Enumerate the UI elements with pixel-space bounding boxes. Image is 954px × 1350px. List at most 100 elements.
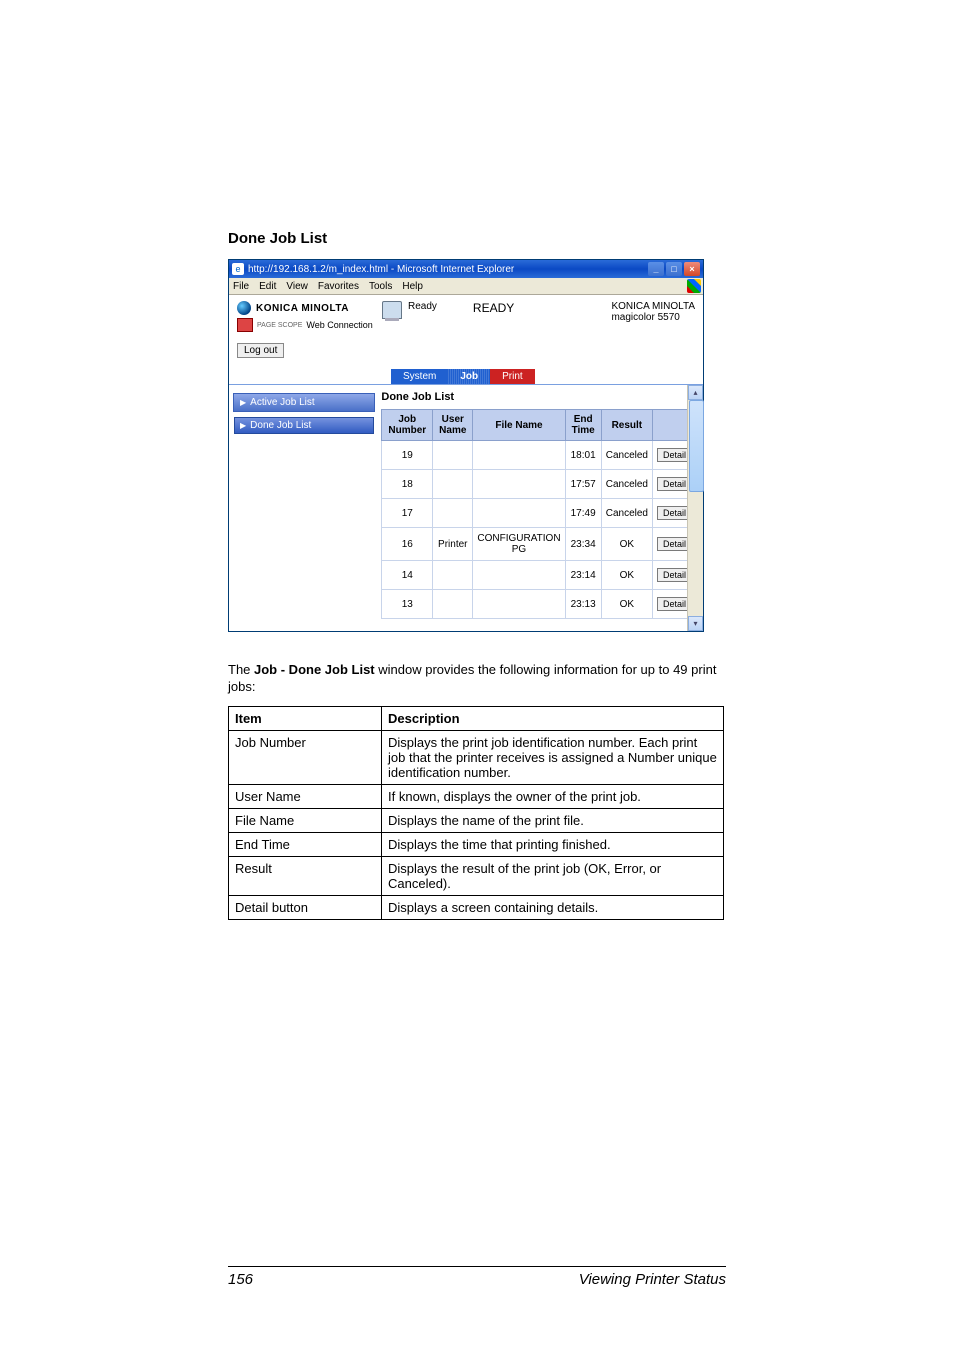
description-paragraph: The Job - Done Job List window provides … <box>228 662 726 696</box>
table-row: User NameIf known, displays the owner of… <box>229 784 724 808</box>
browser-menubar: File Edit View Favorites Tools Help <box>229 278 703 295</box>
window-title: http://192.168.1.2/m_index.html - Micros… <box>248 264 514 275</box>
footer-title: Viewing Printer Status <box>579 1271 726 1288</box>
menu-favorites[interactable]: Favorites <box>318 281 359 292</box>
info-desc-cell: Displays the name of the print file. <box>382 808 724 832</box>
window-titlebar: e http://192.168.1.2/m_index.html - Micr… <box>229 260 703 278</box>
table-cell <box>473 441 565 470</box>
menu-tools[interactable]: Tools <box>369 281 392 292</box>
table-cell: OK <box>601 590 652 619</box>
table-cell: 14 <box>382 561 433 590</box>
table-cell <box>433 499 473 528</box>
table-cell <box>433 470 473 499</box>
maximize-button[interactable]: □ <box>666 262 682 276</box>
table-cell <box>473 561 565 590</box>
table-row: 1717:49CanceledDetail <box>382 499 697 528</box>
table-row: 1323:13OKDetail <box>382 590 697 619</box>
table-cell: Printer <box>433 528 473 561</box>
device-model: magicolor 5570 <box>611 312 695 323</box>
browser-window: e http://192.168.1.2/m_index.html - Micr… <box>228 259 704 632</box>
table-row: 1423:14OKDetail <box>382 561 697 590</box>
info-item-cell: Detail button <box>229 895 382 919</box>
table-cell <box>473 590 565 619</box>
status-large: READY <box>473 301 514 315</box>
col-job-number: Job Number <box>382 410 433 441</box>
table-cell <box>433 561 473 590</box>
table-cell: 13 <box>382 590 433 619</box>
sidebar-item-label: Active Job List <box>250 397 314 408</box>
table-cell: 16 <box>382 528 433 561</box>
table-cell: 17 <box>382 499 433 528</box>
table-cell: 23:34 <box>565 528 601 561</box>
section-heading: Done Job List <box>228 230 726 247</box>
scroll-down-button[interactable]: ▾ <box>688 616 703 631</box>
table-row: Detail buttonDisplays a screen containin… <box>229 895 724 919</box>
tab-job[interactable]: Job <box>448 369 490 384</box>
scroll-up-button[interactable]: ▴ <box>688 385 703 400</box>
col-result: Result <box>601 410 652 441</box>
scroll-thumb[interactable] <box>689 400 704 492</box>
table-cell: 23:13 <box>565 590 601 619</box>
printer-icon <box>382 301 402 319</box>
info-desc-cell: Displays the result of the print job (OK… <box>382 856 724 895</box>
info-desc-cell: Displays a screen containing details. <box>382 895 724 919</box>
table-row: 1817:57CanceledDetail <box>382 470 697 499</box>
table-cell <box>473 499 565 528</box>
pagescope-label: Web Connection <box>306 320 372 330</box>
col-user-name: User Name <box>433 410 473 441</box>
desc-prefix: The <box>228 662 254 677</box>
pagescope-icon <box>237 318 253 332</box>
table-cell: 19 <box>382 441 433 470</box>
done-job-table: Job Number User Name File Name End Time … <box>381 409 697 619</box>
table-cell: Canceled <box>601 470 652 499</box>
info-table: Item Description Job NumberDisplays the … <box>228 706 724 920</box>
sidebar-item-label: Done Job List <box>250 420 311 431</box>
menu-edit[interactable]: Edit <box>259 281 276 292</box>
table-row: 16PrinterCONFIGURATION PG23:34OKDetail <box>382 528 697 561</box>
table-row: File NameDisplays the name of the print … <box>229 808 724 832</box>
table-cell: 23:14 <box>565 561 601 590</box>
ie-flag-icon <box>687 279 701 293</box>
info-desc-cell: Displays the time that printing finished… <box>382 832 724 856</box>
menu-file[interactable]: File <box>233 281 249 292</box>
info-header-item: Item <box>229 706 382 730</box>
menu-help[interactable]: Help <box>402 281 423 292</box>
table-cell: 17:49 <box>565 499 601 528</box>
device-brand: KONICA MINOLTA <box>611 301 695 312</box>
ie-icon: e <box>232 263 244 275</box>
triangle-icon: ▶ <box>240 398 246 407</box>
table-cell: Canceled <box>601 499 652 528</box>
info-desc-cell: Displays the print job identification nu… <box>382 730 724 784</box>
page-footer: 156 Viewing Printer Status <box>228 1266 726 1288</box>
col-file-name: File Name <box>473 410 565 441</box>
table-cell <box>433 590 473 619</box>
table-row: ResultDisplays the result of the print j… <box>229 856 724 895</box>
page-content: KONICA MINOLTA PAGE SCOPE Web Connection… <box>229 295 703 631</box>
triangle-icon: ▶ <box>240 421 246 430</box>
brand-name: KONICA MINOLTA <box>256 303 349 314</box>
table-row: End TimeDisplays the time that printing … <box>229 832 724 856</box>
sidebar-item-done-jobs[interactable]: ▶ Done Job List <box>233 416 375 435</box>
table-cell: Canceled <box>601 441 652 470</box>
pane-title: Done Job List <box>381 391 697 403</box>
sidebar: ▶ Active Job List ▶ Done Job List <box>229 385 379 631</box>
info-item-cell: End Time <box>229 832 382 856</box>
info-desc-cell: If known, displays the owner of the prin… <box>382 784 724 808</box>
tab-print[interactable]: Print <box>490 369 535 384</box>
page-number: 156 <box>228 1271 253 1288</box>
close-button[interactable]: × <box>684 262 700 276</box>
table-cell: 18:01 <box>565 441 601 470</box>
logout-button[interactable]: Log out <box>237 343 284 358</box>
table-row: 1918:01CanceledDetail <box>382 441 697 470</box>
menu-view[interactable]: View <box>286 281 308 292</box>
tab-system[interactable]: System <box>391 369 448 384</box>
table-cell <box>473 470 565 499</box>
sidebar-item-active-jobs[interactable]: ▶ Active Job List <box>233 393 375 412</box>
col-end-time: End Time <box>565 410 601 441</box>
scrollbar[interactable]: ▴ ▾ <box>687 385 703 631</box>
minimize-button[interactable]: _ <box>648 262 664 276</box>
info-item-cell: Job Number <box>229 730 382 784</box>
table-cell: OK <box>601 561 652 590</box>
info-item-cell: Result <box>229 856 382 895</box>
pagescope-prefix: PAGE SCOPE <box>257 322 302 329</box>
